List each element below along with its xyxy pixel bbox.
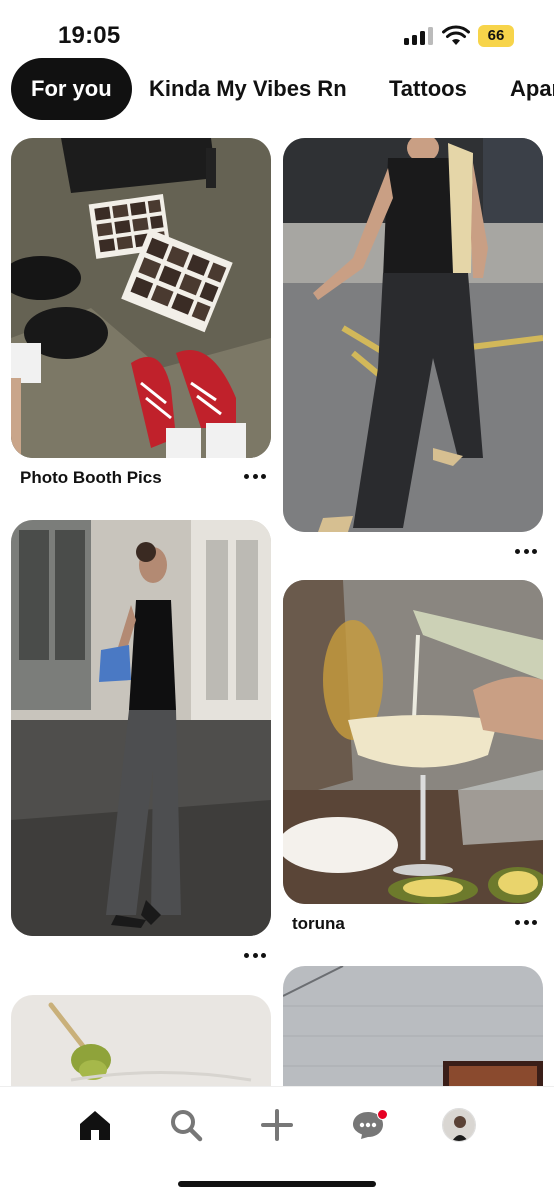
pin-image: [283, 580, 543, 904]
wifi-icon: [442, 25, 470, 45]
status-bar: 19:05 66: [0, 0, 554, 60]
pin-photo-booth[interactable]: [11, 138, 271, 458]
pin-image: [11, 520, 271, 936]
battery-indicator: 66: [478, 25, 514, 47]
search-icon: [171, 1110, 203, 1142]
pin-woman-blue-bag[interactable]: [11, 520, 271, 936]
pin-champagne[interactable]: [283, 580, 543, 904]
pin-title: Photo Booth Pics: [20, 468, 162, 487]
status-time: 19:05: [58, 22, 121, 49]
more-options-icon[interactable]: [515, 917, 537, 927]
board-tabs: For you Kinda My Vibes Rn Tattoos Apar: [0, 58, 554, 122]
more-options-icon[interactable]: [515, 546, 537, 556]
profile-avatar: [442, 1108, 476, 1142]
home-indicator: [178, 1181, 376, 1187]
home-icon: [80, 1111, 110, 1140]
more-options-icon[interactable]: [244, 950, 266, 960]
nav-messages[interactable]: [346, 1103, 390, 1147]
nav-home[interactable]: [73, 1103, 117, 1147]
plus-icon: [261, 1109, 293, 1141]
pin-image: [11, 138, 271, 458]
more-options-icon[interactable]: [244, 471, 266, 481]
tab-apar[interactable]: Apar: [510, 58, 554, 120]
cellular-signal-icon: [404, 27, 434, 45]
pin-walking-woman[interactable]: [283, 138, 543, 532]
nav-search[interactable]: [164, 1103, 208, 1147]
pin-image: [283, 138, 543, 532]
nav-create[interactable]: [255, 1103, 299, 1147]
nav-profile[interactable]: [437, 1103, 481, 1147]
tab-for-you[interactable]: For you: [11, 58, 132, 120]
tab-kinda-my-vibes-rn[interactable]: Kinda My Vibes Rn: [149, 58, 347, 120]
tab-tattoos[interactable]: Tattoos: [389, 58, 467, 120]
notification-badge: [377, 1109, 388, 1120]
pin-title: toruna: [292, 914, 345, 933]
